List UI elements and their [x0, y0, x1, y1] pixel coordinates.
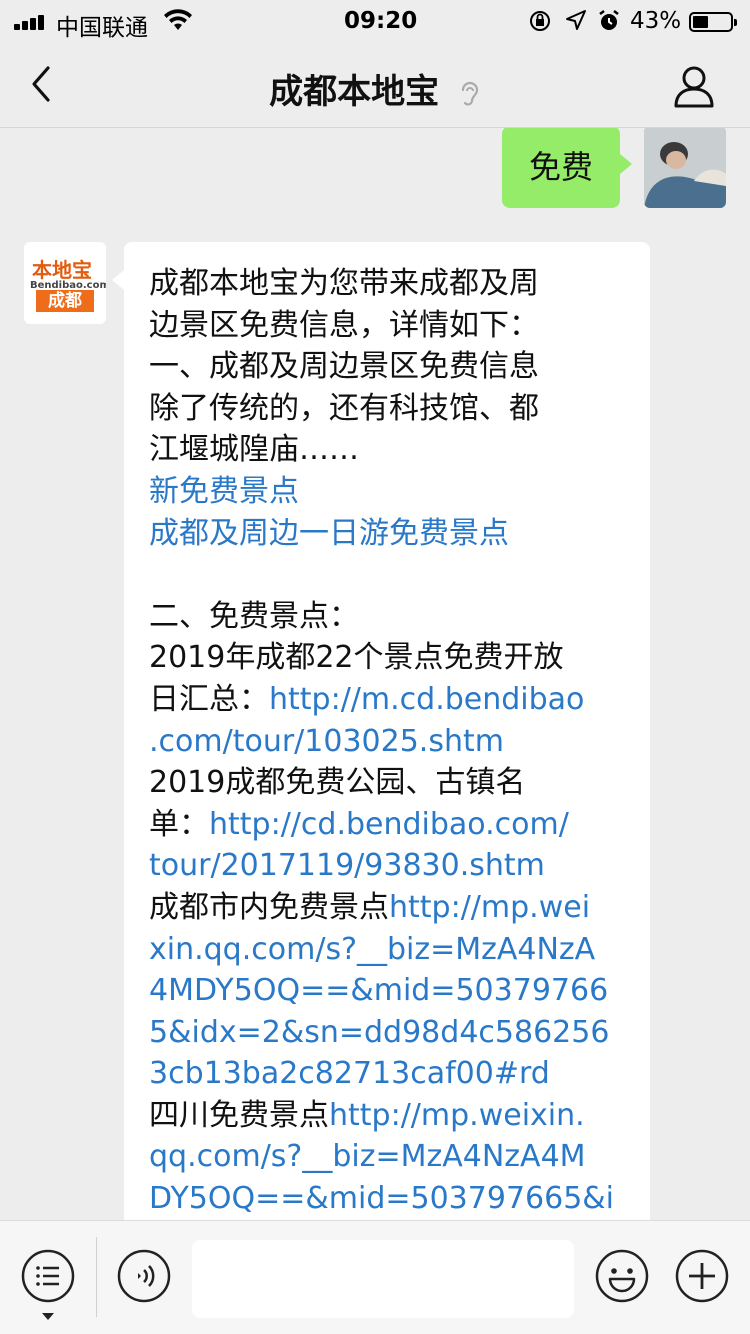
- message-input[interactable]: [192, 1240, 574, 1318]
- message-line: 4MDY5OQ==&mid=50379766: [149, 970, 630, 1012]
- message-link[interactable]: DY5OQ==&mid=503797665&i: [149, 1181, 614, 1216]
- wifi-icon: [164, 9, 192, 30]
- ear-icon: [461, 81, 479, 105]
- message-text: 成都市内免费景点: [149, 889, 389, 925]
- sent-message-text: 免费: [528, 148, 593, 186]
- voice-icon[interactable]: [116, 1248, 172, 1304]
- message-link[interactable]: http://mp.weixin.: [329, 1098, 585, 1133]
- input-bar: [0, 1220, 750, 1334]
- emoji-icon[interactable]: [594, 1248, 650, 1304]
- caret-down-icon: [42, 1313, 54, 1320]
- message-text: 单：: [149, 806, 209, 842]
- message-text: 边景区免费信息，详情如下：: [149, 307, 539, 343]
- nav-bar: 成都本地宝: [0, 42, 750, 128]
- my-avatar[interactable]: [644, 128, 726, 208]
- plus-icon[interactable]: [674, 1248, 730, 1304]
- message-line: 单：http://cd.bendibao.com/: [149, 804, 630, 846]
- person-icon[interactable]: [670, 62, 718, 110]
- message-line: 江堰城隍庙……: [149, 429, 630, 471]
- message-link[interactable]: .com/tour/103025.shtm: [149, 724, 504, 759]
- brand-logo-text: 本地宝: [32, 258, 92, 282]
- message-link[interactable]: qq.com/s?__biz=MzA4NzA4M: [149, 1139, 586, 1174]
- rotation-lock-icon: [530, 11, 550, 31]
- message-line: 成都市内免费景点http://mp.wei: [149, 887, 630, 929]
- message-line: 边景区免费信息，详情如下：: [149, 305, 630, 347]
- message-line: 四川免费景点http://mp.weixin.: [149, 1095, 630, 1137]
- battery-icon: [689, 12, 737, 32]
- status-time: 09:20: [344, 8, 418, 34]
- menu-list-icon[interactable]: [20, 1248, 76, 1304]
- location-arrow-icon: [566, 10, 586, 30]
- message-link[interactable]: 成都及周边一日游免费景点: [149, 516, 509, 551]
- message-text: 二、免费景点：: [149, 598, 359, 634]
- signal-icon: [14, 12, 50, 30]
- message-link[interactable]: 4MDY5OQ==&mid=50379766: [149, 973, 608, 1008]
- message-line: 2019成都免费公园、古镇名: [149, 762, 630, 804]
- message-line: 新免费景点: [149, 471, 630, 513]
- message-text: 四川免费景点: [149, 1097, 329, 1133]
- divider: [96, 1237, 97, 1317]
- message-link[interactable]: 5&idx=2&sn=dd98d4c586256: [149, 1015, 609, 1050]
- message-text: 日汇总：: [149, 681, 269, 717]
- message-line: 2019年成都22个景点免费开放: [149, 637, 630, 679]
- message-link[interactable]: tour/2017119/93830.shtm: [149, 848, 545, 883]
- message-link[interactable]: 新免费景点: [149, 474, 299, 509]
- message-link[interactable]: http://cd.bendibao.com/: [209, 807, 569, 842]
- message-link[interactable]: xin.qq.com/s?__biz=MzA4NzA: [149, 932, 595, 967]
- message-line: 一、成都及周边景区免费信息: [149, 346, 630, 388]
- message-line: 日汇总：http://m.cd.bendibao: [149, 679, 630, 721]
- message-line: 5&idx=2&sn=dd98d4c586256: [149, 1012, 630, 1054]
- brand-city: 成都: [36, 290, 94, 312]
- chat-area[interactable]: 免费 本地宝 Bendibao.com 成都 成都本地宝为您带来成都及周 边景区免…: [0, 128, 750, 1220]
- avatar-photo: [644, 128, 726, 208]
- message-line: xin.qq.com/s?__biz=MzA4NzA: [149, 929, 630, 971]
- message-line: 成都本地宝为您带来成都及周: [149, 263, 630, 305]
- carrier-name: 中国联通: [56, 15, 148, 41]
- message-line: DY5OQ==&mid=503797665&i: [149, 1178, 630, 1220]
- battery-percent: 43%: [630, 8, 682, 34]
- status-bar: 中国联通 09:20 43%: [0, 0, 750, 42]
- message-link[interactable]: http://m.cd.bendibao: [269, 682, 584, 717]
- message-text: 除了传统的，还有科技馆、都: [149, 390, 539, 426]
- message-text: 2019年成都22个景点免费开放: [149, 640, 564, 676]
- message-line: 二、免费景点：: [149, 596, 630, 638]
- received-message-bubble: 成都本地宝为您带来成都及周 边景区免费信息，详情如下： 一、成都及周边景区免费信息除…: [112, 242, 650, 1220]
- message-line: 除了传统的，还有科技馆、都: [149, 388, 630, 430]
- message-text: 一、成都及周边景区免费信息: [149, 349, 539, 385]
- message-text: 成都本地宝为您带来成都及周: [149, 266, 539, 301]
- message-text: 江堰城隍庙……: [149, 432, 359, 468]
- message-link[interactable]: http://mp.wei: [389, 890, 590, 925]
- chat-title: 成都本地宝: [269, 72, 440, 112]
- page-title: 成都本地宝: [0, 64, 750, 113]
- message-line: .com/tour/103025.shtm: [149, 721, 630, 763]
- message-line: qq.com/s?__biz=MzA4NzA4M: [149, 1136, 630, 1178]
- official-account-avatar[interactable]: 本地宝 Bendibao.com 成都: [24, 242, 106, 324]
- message-link[interactable]: 3cb13ba2c82713caf00#rd: [149, 1056, 550, 1091]
- sent-message-bubble[interactable]: 免费: [502, 128, 632, 208]
- message-line: tour/2017119/93830.shtm: [149, 845, 630, 887]
- message-line: 成都及周边一日游免费景点: [149, 513, 630, 555]
- message-text: 2019成都免费公园、古镇名: [149, 765, 526, 801]
- message-line: 3cb13ba2c82713caf00#rd: [149, 1053, 630, 1095]
- message-line: [149, 554, 630, 596]
- alarm-clock-icon: [599, 10, 619, 30]
